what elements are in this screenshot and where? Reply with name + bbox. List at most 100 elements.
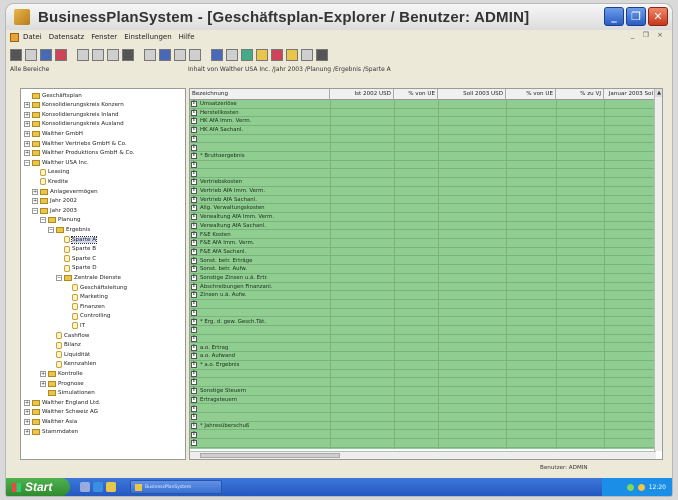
table-row[interactable]: E — [190, 161, 656, 170]
browser-icon[interactable] — [93, 482, 103, 492]
grid-icon[interactable] — [77, 49, 89, 61]
tree-node[interactable]: Kennzahlen — [48, 360, 96, 369]
tree-node[interactable]: + Konsolidierungskreis Ausland — [24, 120, 124, 129]
check-icon[interactable] — [241, 49, 253, 61]
tree-node[interactable]: Marketing — [64, 293, 108, 302]
menu-datensatz[interactable]: Datensatz — [49, 33, 85, 41]
open-icon[interactable] — [40, 49, 52, 61]
folder-icon[interactable] — [286, 49, 298, 61]
table-row[interactable]: E HK AfA Imm. Verm. — [190, 117, 656, 126]
row-edit-icon[interactable]: E — [191, 440, 197, 447]
table-row[interactable]: E — [190, 170, 656, 179]
row-edit-icon[interactable]: E — [191, 109, 197, 116]
tree-node[interactable]: + Walther Produktions GmbH & Co. — [24, 149, 135, 158]
row-edit-icon[interactable]: E — [191, 196, 197, 203]
search-icon[interactable] — [107, 49, 119, 61]
row-edit-icon[interactable]: E — [191, 205, 197, 212]
row-edit-icon[interactable]: E — [191, 257, 197, 264]
row-edit-icon[interactable]: E — [191, 309, 197, 316]
expand-icon[interactable]: + — [24, 150, 30, 157]
start-button[interactable]: Start — [6, 478, 70, 496]
scroll-thumb[interactable] — [200, 453, 340, 458]
tree-node[interactable]: + Konsolidierungskreis Inland — [24, 110, 119, 119]
row-edit-icon[interactable]: E — [191, 275, 197, 281]
tree-node[interactable]: + Stammdaten — [24, 427, 78, 436]
tree-node[interactable]: Geschäftsplan — [24, 91, 82, 100]
delete-icon[interactable] — [55, 49, 67, 61]
row-edit-icon[interactable]: E — [191, 161, 197, 168]
row-edit-icon[interactable]: E — [191, 405, 197, 412]
table-row[interactable]: E Vertrieb AfA Imm. Verm. — [190, 187, 656, 196]
column-header[interactable]: % von UE — [394, 89, 438, 100]
expand-icon[interactable]: + — [24, 121, 30, 128]
row-edit-icon[interactable]: E — [191, 422, 197, 429]
table-row[interactable]: E — [190, 370, 656, 379]
tree-node[interactable]: − Zentrale Dienste — [56, 273, 121, 282]
column-header[interactable]: Januar 2003 Sol — [604, 89, 656, 100]
table-row[interactable]: E Sonst. betr. Erträge — [190, 257, 656, 266]
row-edit-icon[interactable]: E — [191, 344, 197, 351]
row-edit-icon[interactable]: E — [191, 318, 197, 325]
new-icon[interactable] — [25, 49, 37, 61]
report-icon[interactable] — [301, 49, 313, 61]
row-edit-icon[interactable]: E — [191, 431, 197, 438]
taskbar-app-button[interactable]: BusinessPlanSystem — [130, 480, 222, 494]
row-edit-icon[interactable]: E — [191, 231, 197, 238]
row-edit-icon[interactable]: E — [191, 188, 197, 194]
table-row[interactable]: E * Erg. d. gew. Gesch.Tät. — [190, 318, 656, 326]
table-icon[interactable] — [92, 49, 104, 61]
scroll-up-icon[interactable]: ▲ — [655, 89, 662, 97]
export-icon[interactable] — [316, 49, 328, 61]
tree-node[interactable]: + Walther Asia — [24, 417, 77, 426]
expand-icon[interactable]: + — [24, 418, 30, 425]
tree-node[interactable]: Simulationen — [40, 389, 95, 398]
tree-node[interactable]: Controlling — [64, 312, 110, 321]
chart-icon[interactable] — [271, 49, 283, 61]
row-edit-icon[interactable]: E — [191, 170, 197, 177]
table-row[interactable]: E Herstellkosten — [190, 109, 656, 118]
column-header[interactable]: % von UE — [506, 89, 556, 100]
table-row[interactable]: E Allg. Verwaltungskosten — [190, 204, 656, 213]
row-edit-icon[interactable]: E — [191, 362, 197, 368]
row-edit-icon[interactable]: E — [191, 292, 197, 299]
collapse-icon[interactable]: − — [40, 217, 46, 224]
tree-node[interactable]: IT — [64, 321, 85, 330]
expand-icon[interactable]: + — [24, 130, 30, 137]
minimize-button[interactable]: _ — [604, 7, 624, 26]
row-edit-icon[interactable]: E — [191, 379, 197, 386]
horizontal-scrollbar[interactable] — [190, 451, 656, 459]
tree-node[interactable]: + Konsolidierungskreis Konzern — [24, 101, 124, 110]
row-edit-icon[interactable]: E — [191, 214, 197, 221]
title-bar[interactable]: BusinessPlanSystem - [Geschäftsplan-Expl… — [6, 4, 672, 30]
expand-icon[interactable]: + — [40, 380, 46, 387]
row-edit-icon[interactable]: E — [191, 179, 197, 186]
column-header[interactable]: Ist 2002 USD — [330, 89, 394, 100]
tree-node[interactable]: Sparte C — [56, 254, 96, 263]
print-icon[interactable] — [10, 49, 22, 61]
tree-node[interactable]: + Prognose — [40, 379, 84, 388]
row-edit-icon[interactable]: E — [191, 370, 197, 377]
column-header[interactable]: Bezeichnung — [190, 89, 330, 100]
table-row[interactable]: Ea.o. Aufwand — [190, 352, 656, 361]
tree-node[interactable]: Bilanz — [48, 341, 81, 350]
expand-icon[interactable]: + — [24, 102, 30, 109]
table-row[interactable]: E — [190, 309, 656, 318]
table-row[interactable]: E Umsatzerlöse — [190, 100, 656, 109]
tree-node[interactable]: + Walther Vertriebs GmbH & Co. — [24, 139, 127, 148]
tree-node[interactable]: − Planung — [40, 216, 81, 225]
table-row[interactable]: E Sonstige Zinsen u.ä. Ertr. — [190, 274, 656, 283]
expand-icon[interactable]: + — [32, 188, 38, 195]
tree-node[interactable]: Cashflow — [48, 331, 89, 340]
row-edit-icon[interactable]: E — [191, 118, 197, 125]
tree-node[interactable]: − Jahr 2003 — [32, 206, 77, 215]
expand-icon[interactable] — [159, 49, 171, 61]
row-edit-icon[interactable]: E — [191, 414, 197, 421]
tree-node[interactable]: Sparte D — [56, 264, 97, 273]
table-row[interactable]: E F&E AfA Imm. Verm. — [190, 239, 656, 248]
table-row[interactable]: E Sonstige Steuern — [190, 387, 656, 396]
tree-node[interactable]: Finanzen — [64, 302, 105, 311]
row-edit-icon[interactable]: E — [191, 135, 197, 142]
tree-node[interactable]: Sparte A — [56, 235, 98, 244]
table-row[interactable]: E * Jahresüberschuß — [190, 422, 656, 431]
tree-node[interactable]: + Walther England Ltd. — [24, 398, 101, 407]
